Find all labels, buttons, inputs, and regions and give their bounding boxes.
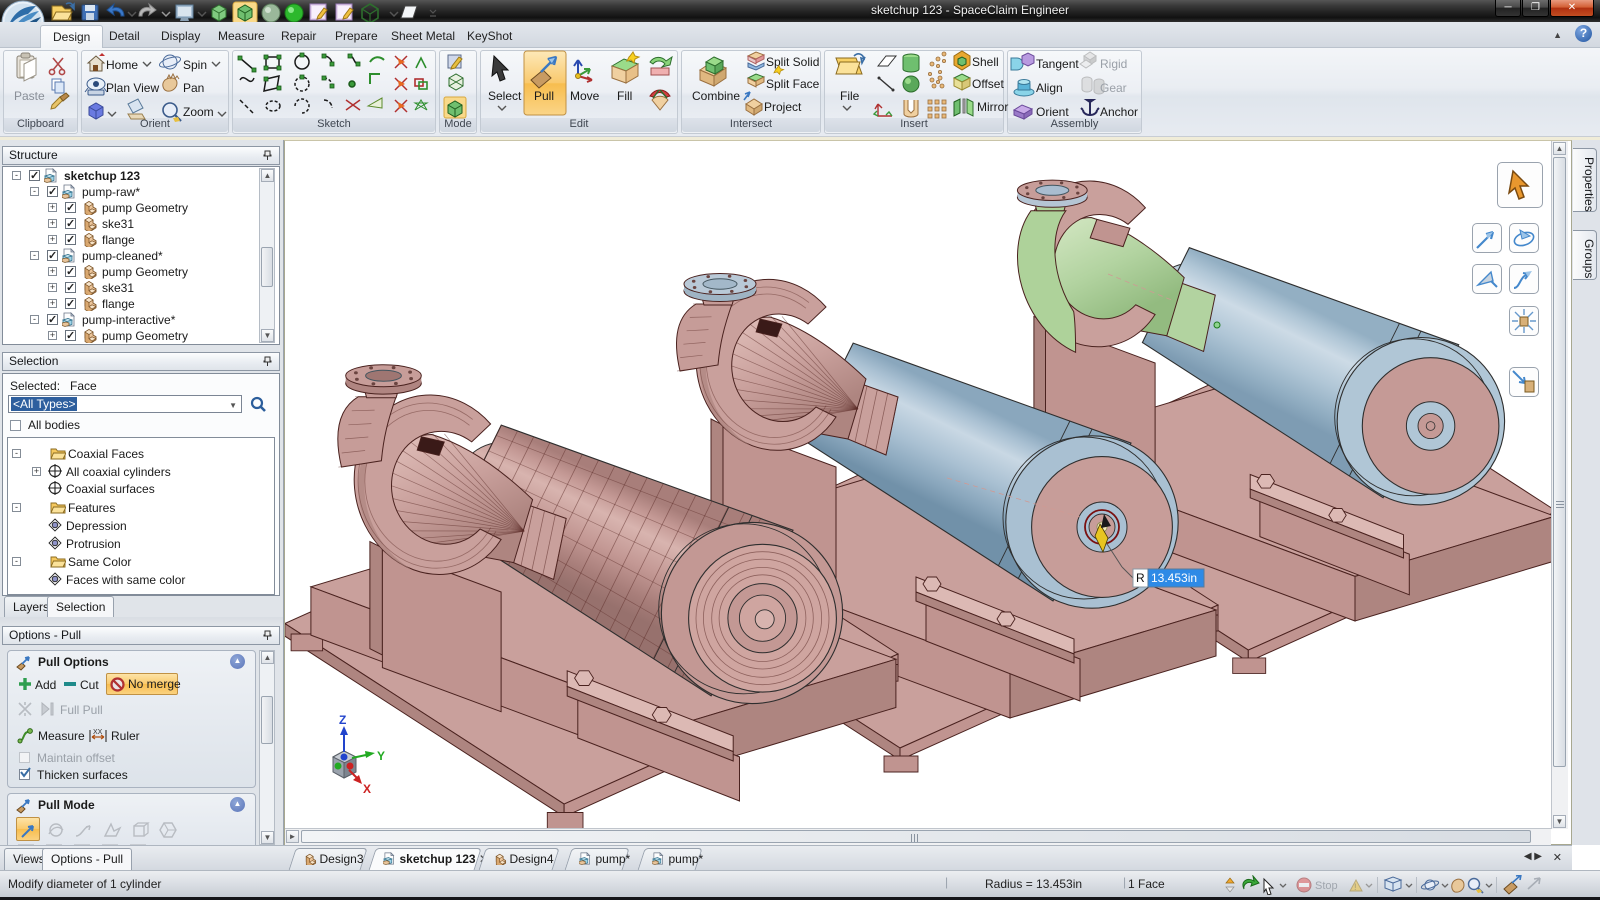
- svg-text:Project: Project: [764, 100, 802, 114]
- svg-text:Paste: Paste: [14, 89, 45, 103]
- svg-text:Mirror: Mirror: [977, 100, 1008, 114]
- svg-text:Pan: Pan: [183, 81, 204, 95]
- svg-text:Orient: Orient: [1036, 105, 1069, 119]
- svg-text:Rigid: Rigid: [1100, 57, 1127, 71]
- svg-text:Move: Move: [570, 89, 600, 103]
- svg-text:Plan View: Plan View: [106, 81, 159, 95]
- svg-text:Tangent: Tangent: [1036, 57, 1079, 71]
- svg-text:Z: Z: [339, 713, 346, 727]
- svg-text:!: !: [1354, 882, 1357, 892]
- svg-text:Spin: Spin: [183, 58, 207, 72]
- svg-text:Align: Align: [1036, 81, 1063, 95]
- svg-text:Y: Y: [377, 749, 385, 763]
- svg-text:Split Solid: Split Solid: [766, 55, 819, 69]
- svg-text:Stop: Stop: [1315, 880, 1338, 892]
- svg-text:Offset: Offset: [972, 77, 1004, 91]
- svg-text:File: File: [840, 89, 860, 103]
- svg-text:XX: XX: [93, 729, 103, 736]
- svg-text:Pull: Pull: [534, 89, 554, 103]
- svg-text:13.453in: 13.453in: [1151, 571, 1197, 585]
- svg-text:Zoom: Zoom: [183, 105, 214, 119]
- svg-text:Select: Select: [488, 89, 522, 103]
- svg-text:Combine: Combine: [692, 89, 740, 103]
- svg-text:Anchor: Anchor: [1100, 105, 1138, 119]
- svg-text:Fill: Fill: [617, 89, 632, 103]
- svg-text:Split Face: Split Face: [766, 77, 820, 91]
- svg-text:Home: Home: [106, 58, 138, 72]
- svg-text:X: X: [363, 782, 371, 796]
- svg-text:R: R: [1136, 571, 1145, 585]
- svg-text:Gear: Gear: [1100, 81, 1127, 95]
- svg-text:Shell: Shell: [972, 55, 999, 69]
